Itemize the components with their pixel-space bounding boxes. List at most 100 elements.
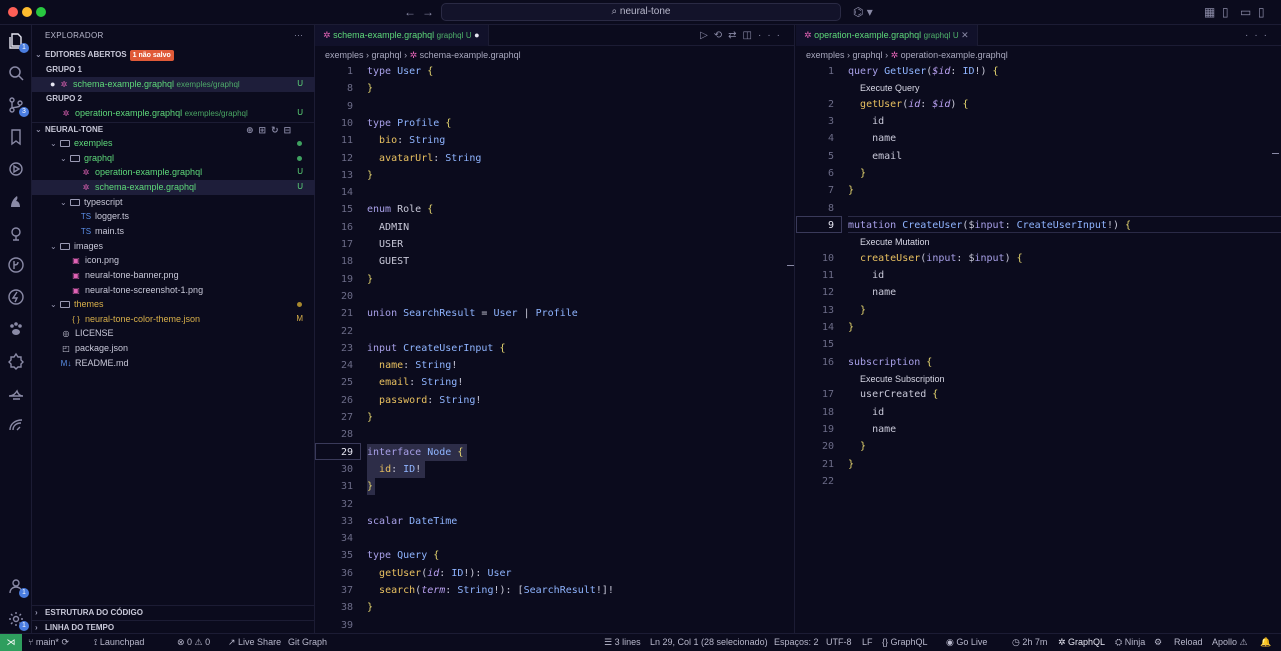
remote-indicator-icon[interactable]: ⋊ [0,634,22,651]
code-line[interactable]: 31} [315,478,794,495]
code-line[interactable]: 7} [796,182,1281,199]
code-line[interactable]: 5 email [796,148,1281,165]
outline-panel-header[interactable]: › ESTRUTURA DO CÓDIGO [32,605,315,619]
thunder-client-icon[interactable] [5,286,27,308]
code-line[interactable]: 22 [796,473,1281,490]
code-line[interactable]: 19} [315,271,794,288]
code-line[interactable]: 14} [796,319,1281,336]
code-line[interactable]: 37 search(term: String!): [SearchResult!… [315,582,794,599]
code-line[interactable]: 19 name [796,421,1281,438]
code-line[interactable]: 20 } [796,438,1281,455]
language-mode[interactable]: {} GraphQL [882,634,928,651]
code-line[interactable]: 21} [796,456,1281,473]
code-line[interactable]: 11 bio: String [315,132,794,149]
source-control-icon[interactable]: 3 [5,94,29,117]
bookmark-icon[interactable] [5,126,27,148]
editor-actions[interactable]: ··· [1245,25,1273,46]
tree-item[interactable]: TS main.ts [32,224,315,239]
code-line[interactable]: 6 } [796,165,1281,182]
open-editors-header[interactable]: ⌄ EDITORES ABERTOS 1 não salvo [32,48,315,63]
reload-item[interactable]: Reload [1174,634,1203,651]
code-line[interactable]: 9 [315,98,794,115]
code-line[interactable]: 18 GUEST [315,253,794,270]
toggle-panel-icon[interactable]: ▭ [1240,4,1251,20]
graphql-status[interactable]: ✲ GraphQL [1058,634,1105,651]
tree-item[interactable]: ⌄ images [32,239,315,254]
toggle-secondary-sidebar-icon[interactable]: ▯ [1258,4,1265,20]
remote-connection-icon[interactable] [5,414,27,436]
gitlens-icon[interactable] [5,254,27,276]
gitgraph-item[interactable]: Git Graph [288,634,327,651]
breadcrumb-item[interactable]: graphql [853,50,883,60]
forward-arrow-icon[interactable]: → [422,4,434,20]
code-line[interactable]: 3 id [796,113,1281,130]
cursor-position[interactable]: Ln 29, Col 1 (28 selecionado) [650,634,768,651]
branch-item[interactable]: ⑂ main* ⟳ [28,634,69,651]
breadcrumb-item[interactable]: exemples [325,50,364,60]
tree-item[interactable]: ▣ neural-tone-banner.png [32,268,315,283]
tree-item[interactable]: ⌄ themes [32,297,315,312]
close-window-button[interactable] [8,7,18,17]
tree-item[interactable]: TS logger.ts [32,209,315,224]
minimize-window-button[interactable] [22,7,32,17]
editor-actions[interactable]: ▷⟲⇄◫··· [700,25,786,46]
breadcrumb-item[interactable]: exemples [806,50,845,60]
code-line[interactable]: 8} [315,80,794,97]
tree-item[interactable]: ⌄ graphql [32,151,315,166]
code-line[interactable]: 38} [315,599,794,616]
code-line[interactable]: 1 query GetUser($id: ID!) { [796,63,1281,80]
code-line[interactable]: 12 avatarUrl: String [315,150,794,167]
timeline-panel-header[interactable]: › LINHA DO TEMPO [32,620,315,634]
code-line[interactable]: 23 input CreateUserInput { [315,340,794,357]
code-line[interactable]: 4 name [796,130,1281,147]
code-line[interactable]: 36 getUser(id: ID!): User [315,565,794,582]
code-line[interactable]: 11 id [796,267,1281,284]
selection-lines[interactable]: ☰ 3 lines [604,634,641,651]
code-line[interactable]: 1 type User { [315,63,794,80]
genie-icon[interactable] [5,382,27,404]
time-tracker[interactable]: ◷ 2h 7m [1012,634,1047,651]
scrollbar-marker[interactable] [1272,153,1279,154]
code-line[interactable]: 39 [315,617,794,634]
run-debug-icon[interactable] [5,158,27,180]
code-line[interactable]: 25 email: String! [315,374,794,391]
code-line[interactable]: 24 name: String! [315,357,794,374]
tree-item[interactable]: ✲ operation-example.graphql U [32,165,315,180]
customize-layout-icon[interactable]: ▦ [1204,4,1215,20]
tree-item[interactable]: ✲ schema-example.graphql U [32,179,315,195]
code-line[interactable]: 17 userCreated { [796,386,1281,403]
more-actions-icon[interactable]: ··· [294,30,303,40]
code-line[interactable]: 34 [315,530,794,547]
liveshare-item[interactable]: ↗ Live Share [228,634,281,651]
code-line[interactable]: 17 USER [315,236,794,253]
breadcrumb-item[interactable]: graphql [372,50,402,60]
tree-item[interactable]: M↓ README.md [32,356,315,371]
open-editor-operation[interactable]: ✲ operation-example.graphql exemples/grap… [32,106,315,121]
breadcrumb-item[interactable]: operation-example.graphql [901,50,1008,60]
maximize-window-button[interactable] [36,7,46,17]
back-arrow-icon[interactable]: ← [404,4,416,20]
code-line[interactable]: 15 [796,336,1281,353]
open-editor-schema[interactable]: ● ✲ schema-example.graphql exemples/graph… [32,77,315,92]
code-line[interactable]: 13 } [796,302,1281,319]
code-line[interactable]: 21 union SearchResult = User | Profile [315,305,794,322]
code-line[interactable]: 10 createUser(input: $input) { [796,250,1281,267]
tree-item[interactable]: ◰ package.json [32,341,315,356]
copilot-icon[interactable]: ⌬ ▾ [853,4,873,20]
tab-operation-example[interactable]: ✲ operation-example.graphql graphql U ✕ [796,25,978,46]
code-line[interactable]: 12 name [796,284,1281,301]
code-line[interactable]: 15 enum Role { [315,201,794,218]
code-lens-execute[interactable]: Execute Mutation [860,235,930,249]
code-line[interactable]: 10 type Profile { [315,115,794,132]
code-line[interactable]: 9 mutation CreateUser($input: CreateUserI… [796,217,1281,234]
ninja-item[interactable]: ⛭ Ninja [1115,634,1145,651]
code-line[interactable]: 18 id [796,404,1281,421]
code-line[interactable]: 30 id: ID! [315,461,794,478]
code-line[interactable]: 33 scalar DateTime [315,513,794,530]
project-header[interactable]: ⌄ NEURAL-TONE ⊕⊞↻⊟ [32,122,315,137]
code-line[interactable]: 16 subscription { [796,354,1281,371]
code-line[interactable]: 28 [315,426,794,443]
encoding[interactable]: UTF-8 [826,634,852,651]
code-line[interactable]: 16 ADMIN [315,219,794,236]
remote-explorer-icon[interactable] [5,190,27,212]
